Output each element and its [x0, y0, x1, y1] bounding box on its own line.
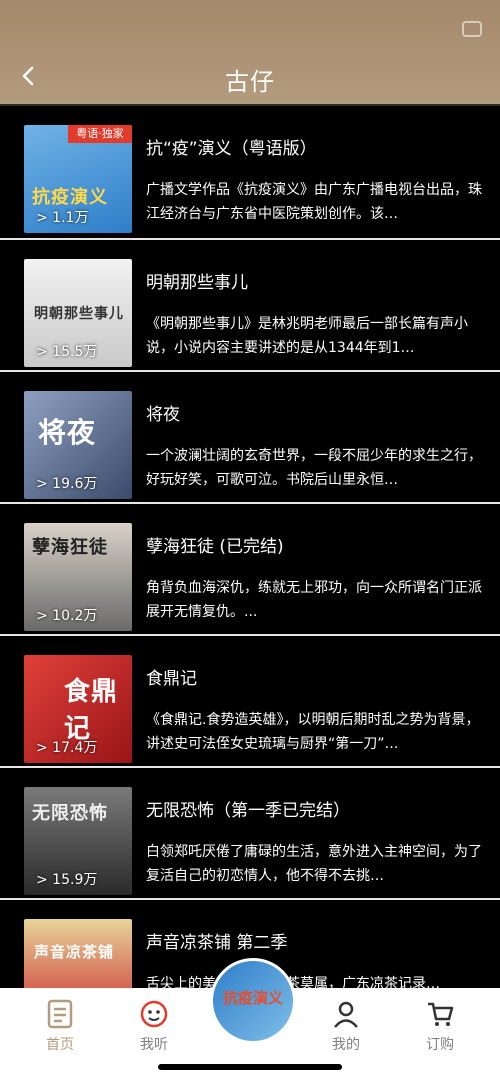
nav-mine-label: 我的: [332, 1037, 360, 1053]
program-cover[interactable]: 明朝那些事儿 > 15.5万: [24, 259, 132, 367]
program-cover[interactable]: 将夜 > 19.6万: [24, 391, 132, 499]
nav-home-label: 首页: [46, 1037, 74, 1053]
shopping-cart-icon: [428, 1002, 454, 1026]
item-title: 声音凉茶铺 第二季: [146, 933, 288, 953]
nav-home[interactable]: 首页: [20, 998, 100, 1054]
list-item[interactable]: 无限恐怖 > 15.9万 无限恐怖（第一季已完结） 白领郑吒厌倦了庸碌的生活，意…: [0, 766, 500, 898]
item-description: 角背负血海深仇，练就无上邪功，向一众所谓名门正派展开无情复仇。...: [146, 580, 482, 620]
cover-title: 将夜: [38, 416, 97, 449]
item-title: 无限恐怖（第一季已完结）: [146, 801, 350, 821]
cover-title: 抗疫演义: [32, 187, 108, 208]
list-item[interactable]: 食鼎记 > 17.4万 食鼎记 《食鼎记.食势造英雄》，以明朝后期时乱之势为背景…: [0, 634, 500, 766]
user-icon: [334, 1001, 358, 1028]
list-item[interactable]: 孽海狂徒 > 10.2万 孽海狂徒 (已完结) 角背负血海深仇，练就无上邪功，向…: [0, 502, 500, 634]
item-description: 一个波澜壮阔的玄奇世界，一段不屈少年的求生之行，好玩好笑，可歌可泣。书院后山里永…: [146, 448, 482, 488]
smiley-face-icon: [140, 1000, 168, 1028]
nav-mine[interactable]: 我的: [306, 998, 386, 1054]
cover-title: 无限恐怖: [32, 803, 108, 824]
play-count: > 15.9万: [36, 872, 98, 888]
nav-listen-label: 我听: [140, 1037, 168, 1053]
nav-listen[interactable]: 我听: [114, 998, 194, 1054]
cover-badge: 粤语·独家: [68, 125, 132, 143]
list-item[interactable]: 粤语·独家 抗疫演义 > 1.1万 抗“疫”演义（粤语版） 广播文学作品《抗疫演…: [0, 106, 500, 238]
play-count: > 1.1万: [36, 210, 89, 226]
play-count: > 19.6万: [36, 476, 98, 492]
nav-subscribe-label: 订购: [426, 1037, 454, 1053]
program-cover[interactable]: 孽海狂徒 > 10.2万: [24, 523, 132, 631]
now-playing-title: 抗疫演义: [222, 989, 283, 1007]
item-title: 抗“疫”演义（粤语版）: [146, 139, 317, 159]
item-title: 将夜: [146, 405, 180, 425]
list-item[interactable]: 明朝那些事儿 > 15.5万 明朝那些事儿 《明朝那些事儿》是林兆明老师最后一部…: [0, 238, 500, 370]
list-item[interactable]: 将夜 > 19.6万 将夜 一个波澜壮阔的玄奇世界，一段不屈少年的求生之行，好玩…: [0, 370, 500, 502]
cover-title: 声音凉茶铺: [34, 943, 115, 961]
item-title: 食鼎记: [146, 669, 197, 689]
program-cover[interactable]: 粤语·独家 抗疫演义 > 1.1万: [24, 125, 132, 233]
program-list: 粤语·独家 抗疫演义 > 1.1万 抗“疫”演义（粤语版） 广播文学作品《抗疫演…: [0, 106, 500, 1030]
cover-title: 明朝那些事儿: [34, 306, 124, 322]
play-count: > 10.2万: [36, 608, 98, 624]
program-cover[interactable]: 无限恐怖 > 15.9万: [24, 787, 132, 895]
cover-title: 孽海狂徒: [32, 537, 108, 558]
program-cover[interactable]: 食鼎记 > 17.4万: [24, 655, 132, 763]
nav-subscribe[interactable]: 订购: [400, 998, 480, 1054]
status-indicator-icon: [462, 21, 482, 37]
item-description: 广播文学作品《抗疫演义》由广东广播电视台出品，珠江经济台与广东省中医院策划创作。…: [146, 182, 482, 222]
item-title: 明朝那些事儿: [146, 273, 248, 293]
cover-title: 食鼎记: [64, 677, 119, 744]
header-bar: 古仔: [0, 0, 500, 104]
item-title: 孽海狂徒 (已完结): [146, 537, 284, 557]
home-indicator: [158, 1064, 342, 1070]
item-description: 白领郑吒厌倦了庸碌的生活，意外进入主神空间，为了复活自己的初恋情人，他不得不去挑…: [146, 844, 482, 884]
item-description: 《明朝那些事儿》是林兆明老师最后一部长篇有声小说，小说内容主要讲述的是从1344…: [146, 316, 468, 356]
page-title: 古仔: [225, 68, 275, 96]
item-description: 《食鼎记.食势造英雄》，以明朝后期时乱之势为背景，讲述史可法侄女史琉璃与厨界“第…: [146, 712, 480, 752]
now-playing-cover[interactable]: 抗疫演义: [210, 958, 296, 1044]
play-count: > 15.5万: [36, 344, 98, 360]
home-icon: [47, 999, 73, 1029]
play-count: > 17.4万: [36, 740, 98, 756]
